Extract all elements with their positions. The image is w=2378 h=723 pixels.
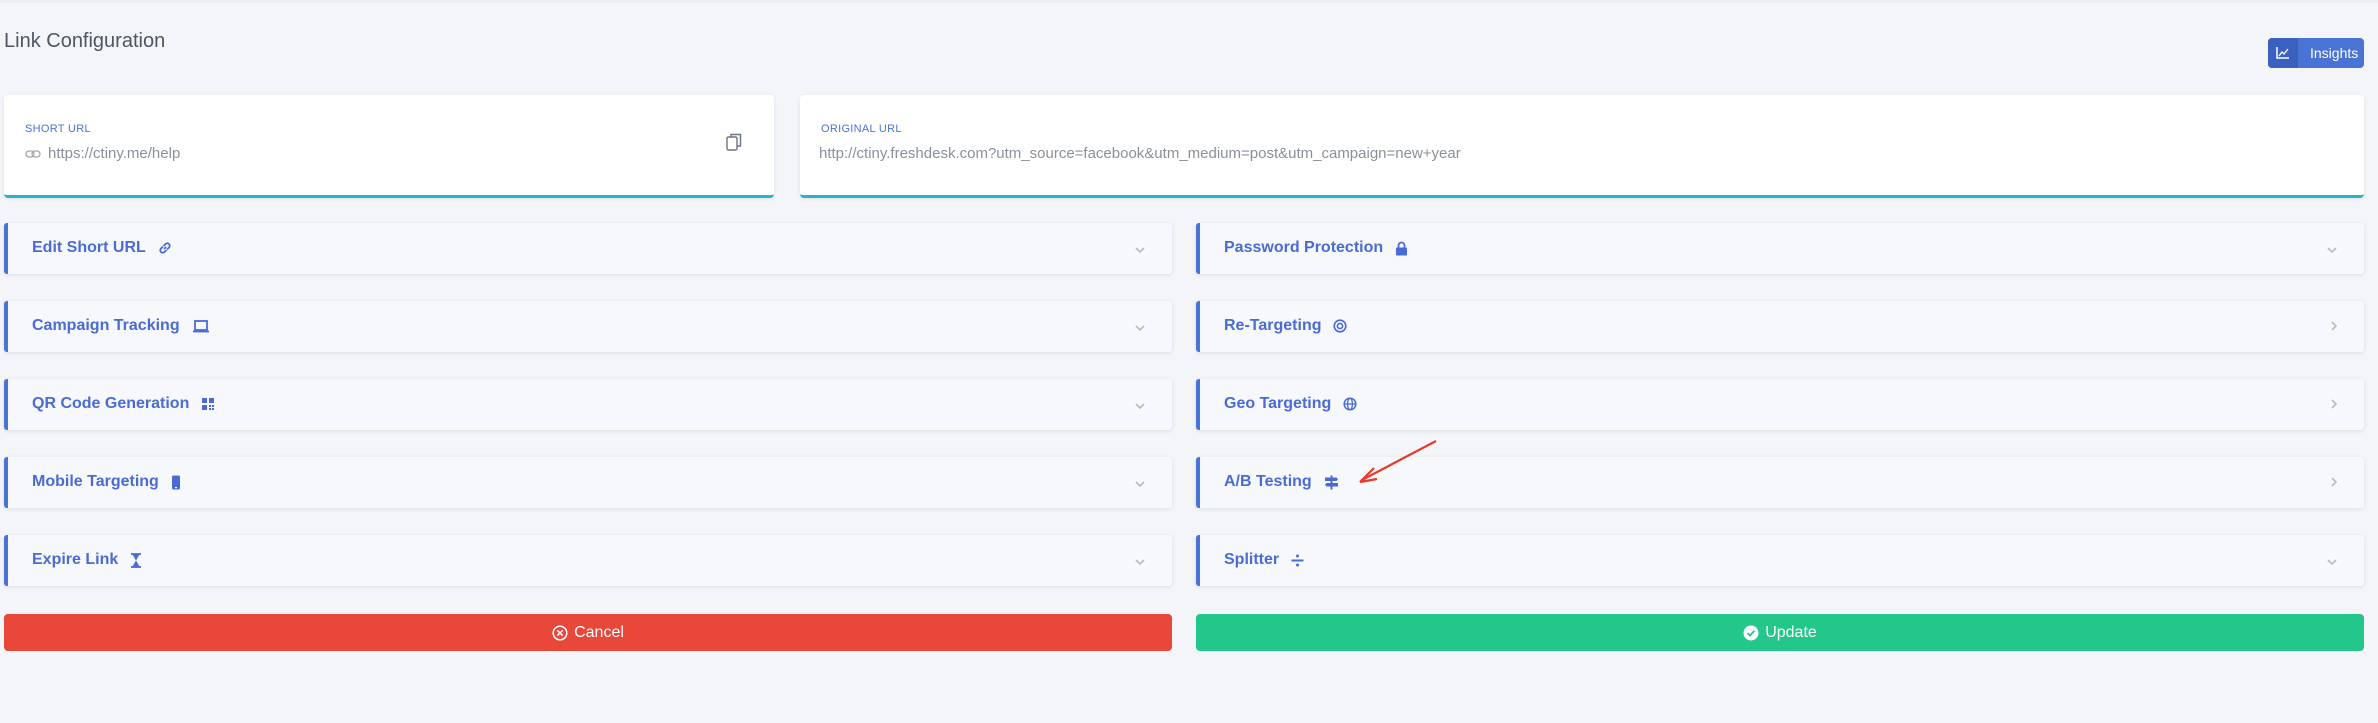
qrcode-icon (201, 397, 215, 411)
update-button[interactable]: Update (1196, 614, 2364, 651)
insights-button[interactable]: Insights (2268, 38, 2364, 68)
original-url-caption: ORIGINAL URL (821, 123, 902, 135)
panel-re-targeting[interactable]: Re-Targeting (1196, 301, 2364, 352)
panel-password-protection[interactable]: Password Protection (1196, 223, 2364, 274)
update-label: Update (1765, 623, 1817, 641)
chevron-down-icon (2326, 553, 2338, 571)
link-icon (25, 147, 41, 165)
chart-icon (2268, 38, 2298, 68)
mobile-icon (171, 475, 181, 490)
laptop-icon (192, 319, 210, 333)
chevron-down-icon (1134, 397, 1146, 415)
top-border (0, 0, 2378, 3)
original-url-value[interactable]: http://ctiny.freshdesk.com?utm_source=fa… (819, 145, 1461, 162)
cancel-label: Cancel (574, 623, 624, 641)
panel-label: Expire Link (32, 551, 119, 568)
panel-geo-targeting[interactable]: Geo Targeting (1196, 379, 2364, 430)
chevron-down-icon (1134, 319, 1146, 337)
close-circle-icon (552, 624, 568, 641)
hourglass-icon (130, 552, 142, 568)
short-url-value[interactable]: https://ctiny.me/help (48, 145, 180, 162)
link-icon (158, 241, 172, 255)
panel-mobile-targeting[interactable]: Mobile Targeting (4, 457, 1172, 508)
short-url-caption: SHORT URL (25, 123, 91, 135)
panel-expire-link[interactable]: Expire Link (4, 535, 1172, 586)
chevron-down-icon (1134, 553, 1146, 571)
chevron-down-icon (1134, 241, 1146, 259)
chevron-down-icon (2326, 241, 2338, 259)
panel-label: Re-Targeting (1224, 317, 1322, 334)
chevron-down-icon (1134, 475, 1146, 493)
cancel-button[interactable]: Cancel (4, 614, 1172, 651)
panel-label: QR Code Generation (32, 395, 190, 412)
panel-edit-short-url[interactable]: Edit Short URL (4, 223, 1172, 274)
chevron-right-icon (2330, 475, 2338, 493)
panel-label: Geo Targeting (1224, 395, 1332, 412)
insights-label: Insights (2310, 45, 2359, 61)
chevron-right-icon (2330, 397, 2338, 415)
annotation-arrow-icon (1350, 438, 1440, 493)
short-url-card: SHORT URL https://ctiny.me/help (4, 95, 774, 198)
panel-label: A/B Testing (1224, 473, 1312, 490)
panel-qr-code-generation[interactable]: QR Code Generation (4, 379, 1172, 430)
panel-label: Password Protection (1224, 239, 1384, 256)
signpost-icon (1324, 475, 1339, 490)
panel-label: Campaign Tracking (32, 317, 180, 334)
panel-label: Splitter (1224, 551, 1280, 568)
chevron-right-icon (2330, 319, 2338, 337)
target-icon (1333, 319, 1348, 333)
panel-splitter[interactable]: Splitter (1196, 535, 2364, 586)
lock-icon (1395, 241, 1408, 256)
page-title: Link Configuration (4, 30, 166, 52)
panel-label: Edit Short URL (32, 239, 146, 256)
globe-icon (1343, 397, 1357, 411)
panel-label: Mobile Targeting (32, 473, 159, 490)
check-circle-icon (1743, 625, 1759, 641)
copy-icon[interactable] (726, 133, 742, 156)
panel-campaign-tracking[interactable]: Campaign Tracking (4, 301, 1172, 352)
original-url-card: ORIGINAL URL http://ctiny.freshdesk.com?… (800, 95, 2364, 198)
divide-icon (1291, 554, 1304, 567)
